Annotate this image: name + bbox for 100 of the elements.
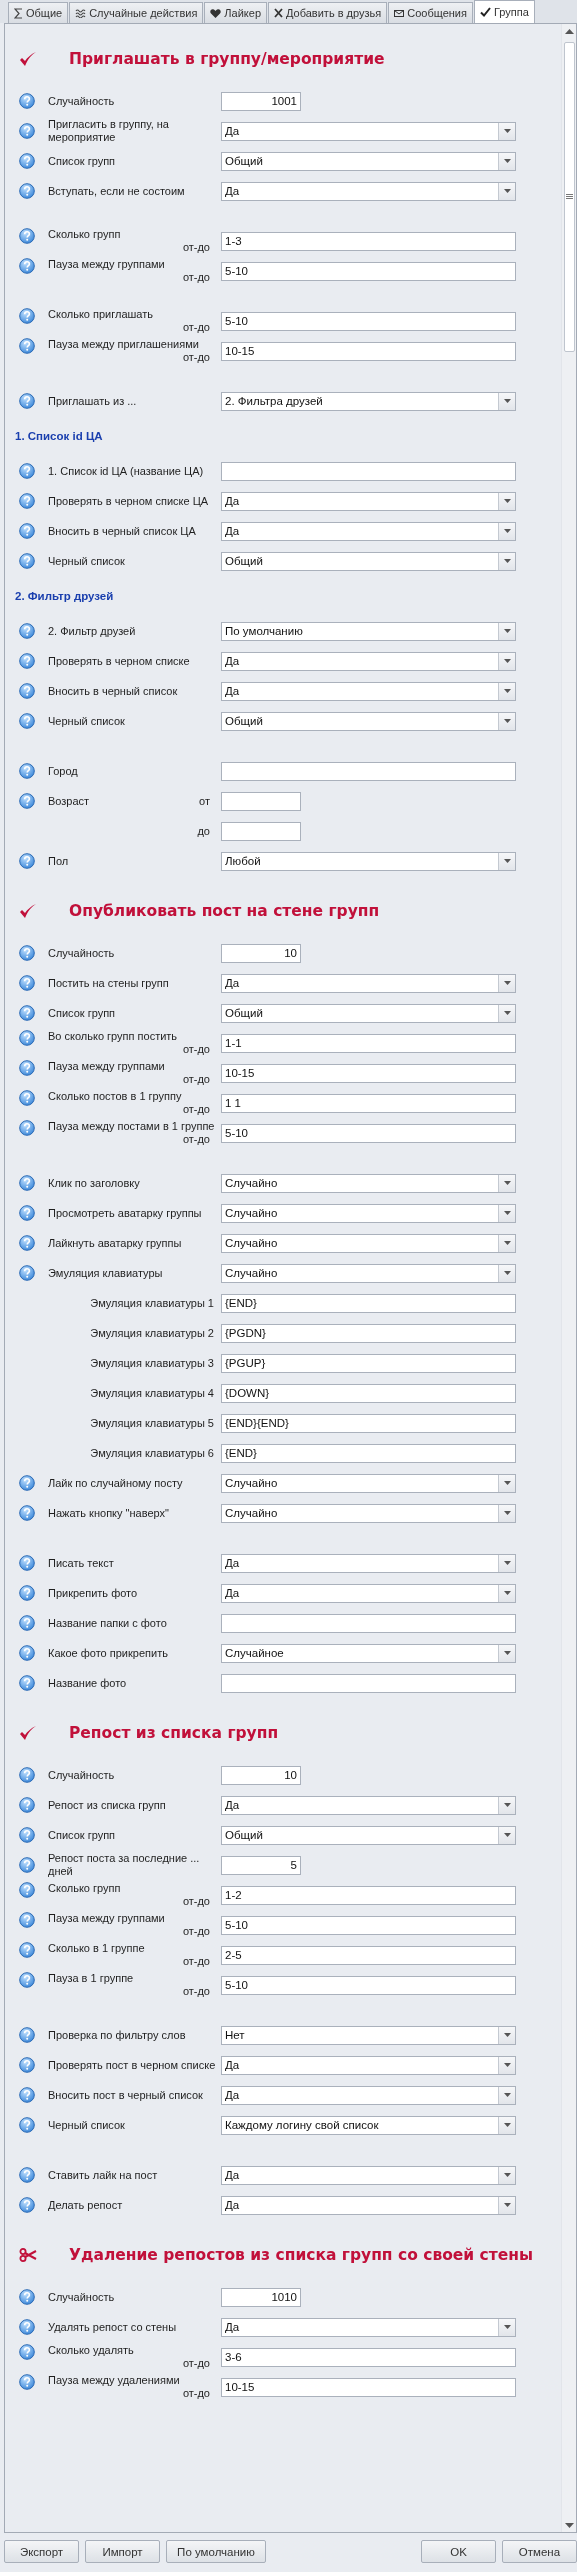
help-icon[interactable] (19, 393, 35, 409)
dropdown[interactable]: Случайно (221, 1473, 516, 1493)
dropdown[interactable]: Общий (221, 1003, 516, 1023)
input-field[interactable]: {DOWN} (221, 1383, 516, 1403)
input-field[interactable]: 1-2 (221, 1885, 516, 1905)
help-icon[interactable] (19, 1205, 35, 1221)
help-icon[interactable] (19, 793, 35, 809)
scrollbar[interactable] (561, 24, 576, 2532)
footer-button[interactable]: Экспорт (4, 2540, 79, 2563)
number-field[interactable]: 5 (221, 1855, 301, 1875)
input-field[interactable]: 1 1 (221, 1093, 516, 1113)
tab[interactable]: Сообщения (388, 2, 473, 23)
dropdown[interactable]: Общий (221, 1825, 516, 1845)
help-icon[interactable] (19, 763, 35, 779)
help-icon[interactable] (19, 1029, 35, 1046)
dropdown[interactable]: Да (221, 521, 516, 541)
help-icon[interactable] (19, 1767, 35, 1783)
dropdown[interactable]: Да (221, 1583, 516, 1603)
dropdown[interactable]: Да (221, 181, 516, 201)
help-icon[interactable] (19, 1175, 35, 1191)
help-icon[interactable] (19, 553, 35, 569)
footer-button[interactable]: По умолчанию (166, 2540, 266, 2563)
dropdown[interactable]: Случайно (221, 1173, 516, 1193)
dropdown[interactable]: Да (221, 2195, 516, 2215)
dropdown[interactable]: Любой (221, 851, 516, 871)
help-icon[interactable] (19, 307, 35, 324)
help-icon[interactable] (19, 2319, 35, 2335)
dropdown[interactable]: Случайно (221, 1503, 516, 1523)
input-field[interactable] (221, 761, 516, 781)
input-field[interactable] (221, 1673, 516, 1693)
input-field[interactable]: {PGDN} (221, 1323, 516, 1343)
dropdown[interactable]: Да (221, 973, 516, 993)
dropdown[interactable]: Нет (221, 2025, 516, 2045)
dropdown[interactable]: Да (221, 2085, 516, 2105)
input-field[interactable]: 5-10 (221, 1123, 516, 1143)
tab[interactable]: Группа (473, 0, 535, 23)
help-icon[interactable] (19, 1235, 35, 1251)
input-field[interactable]: 5-10 (221, 1975, 516, 1995)
help-icon[interactable] (19, 2057, 35, 2073)
input-field[interactable] (221, 821, 301, 841)
help-icon[interactable] (19, 1475, 35, 1491)
help-icon[interactable] (19, 337, 35, 354)
input-field[interactable]: {END}{END} (221, 1413, 516, 1433)
input-field[interactable]: 1-1 (221, 1033, 516, 1053)
input-field[interactable]: 10-15 (221, 2377, 516, 2397)
dropdown[interactable]: Да (221, 681, 516, 701)
help-icon[interactable] (19, 1585, 35, 1601)
help-icon[interactable] (19, 123, 35, 139)
help-icon[interactable] (19, 1059, 35, 1076)
help-icon[interactable] (19, 975, 35, 991)
help-icon[interactable] (19, 1857, 35, 1873)
tab[interactable]: Общие (8, 2, 69, 23)
help-icon[interactable] (19, 683, 35, 699)
dropdown[interactable]: Случайное (221, 1643, 516, 1663)
help-icon[interactable] (19, 2197, 35, 2213)
help-icon[interactable] (19, 2027, 35, 2043)
help-icon[interactable] (19, 1265, 35, 1281)
tab[interactable]: Случайные действия (69, 2, 204, 23)
dropdown[interactable]: Да (221, 2317, 516, 2337)
dropdown[interactable]: Случайно (221, 1233, 516, 1253)
input-field[interactable]: 10-15 (221, 1063, 516, 1083)
number-field[interactable]: 10 (221, 943, 301, 963)
input-field[interactable]: 5-10 (221, 261, 516, 281)
tab[interactable]: Лайкер (204, 2, 267, 23)
input-field[interactable]: 10-15 (221, 341, 516, 361)
help-icon[interactable] (19, 523, 35, 539)
dropdown[interactable]: Да (221, 2055, 516, 2075)
help-icon[interactable] (19, 93, 35, 109)
help-icon[interactable] (19, 623, 35, 639)
footer-button[interactable]: Отмена (502, 2540, 577, 2563)
help-icon[interactable] (19, 1505, 35, 1521)
help-icon[interactable] (19, 2117, 35, 2133)
footer-button[interactable]: Импорт (85, 2540, 160, 2563)
dropdown[interactable]: Да (221, 651, 516, 671)
help-icon[interactable] (19, 1971, 35, 1988)
help-icon[interactable] (19, 2167, 35, 2183)
help-icon[interactable] (19, 1089, 35, 1106)
help-icon[interactable] (19, 463, 35, 479)
dropdown[interactable]: Общий (221, 711, 516, 731)
input-field[interactable] (221, 461, 516, 481)
help-icon[interactable] (19, 2373, 35, 2390)
help-icon[interactable] (19, 1645, 35, 1661)
input-field[interactable]: 5-10 (221, 311, 516, 331)
input-field[interactable]: 5-10 (221, 1915, 516, 1935)
help-icon[interactable] (19, 1911, 35, 1928)
dropdown[interactable]: Да (221, 2165, 516, 2185)
help-icon[interactable] (19, 2343, 35, 2360)
help-icon[interactable] (19, 1615, 35, 1631)
help-icon[interactable] (19, 183, 35, 199)
help-icon[interactable] (19, 1941, 35, 1958)
dropdown[interactable]: Общий (221, 151, 516, 171)
dropdown[interactable]: Да (221, 1553, 516, 1573)
input-field[interactable]: {END} (221, 1293, 516, 1313)
help-icon[interactable] (19, 2087, 35, 2103)
help-icon[interactable] (19, 945, 35, 961)
dropdown[interactable]: Случайно (221, 1203, 516, 1223)
dropdown[interactable]: Каждому логину свой список (221, 2115, 516, 2135)
help-icon[interactable] (19, 653, 35, 669)
help-icon[interactable] (19, 1119, 35, 1136)
input-field[interactable] (221, 791, 301, 811)
